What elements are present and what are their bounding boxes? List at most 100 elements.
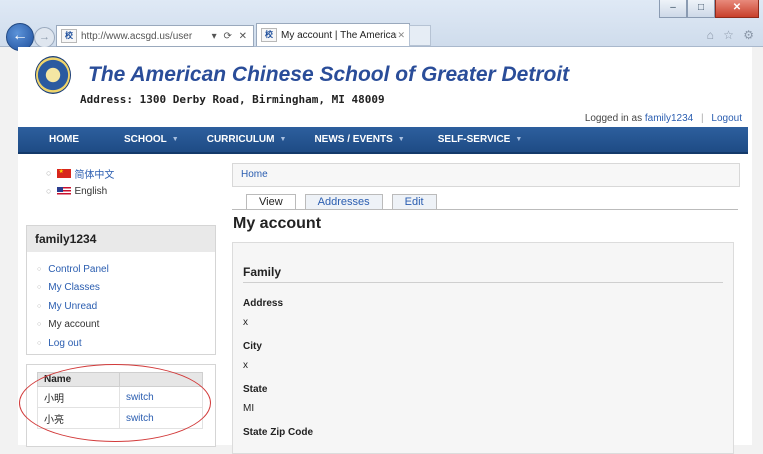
web-page: The American Chinese School of Greater D… <box>18 47 752 454</box>
bullet-icon: ○ <box>46 186 52 196</box>
field-state: State MI <box>243 384 267 414</box>
field-value: MI <box>243 403 255 414</box>
menu-item-label[interactable]: Log out <box>48 338 81 349</box>
address-controls[interactable]: ▾ ⟳ ✕ <box>212 31 253 42</box>
page-tabs: View Addresses Edit <box>246 194 446 209</box>
menu-item-my-unread[interactable]: ○ My Unread <box>27 297 215 316</box>
table-header-row: Name <box>37 372 204 387</box>
login-prefix: Logged in as <box>584 113 643 124</box>
bullet-icon: ○ <box>37 284 42 292</box>
new-tab-button[interactable] <box>409 25 431 46</box>
family-panel: Family Address x City x State MI State Z… <box>232 242 734 454</box>
tabs-divider <box>232 209 738 210</box>
browser-tab[interactable]: 校 My account | The American... ✕ <box>256 23 410 46</box>
bullet-icon: ○ <box>37 339 42 347</box>
nav-self-service-label: Self-Service <box>437 134 511 145</box>
tab-edit[interactable]: Edit <box>391 194 437 209</box>
nav-news-events[interactable]: News / Events ▼ <box>314 134 404 145</box>
address-url[interactable]: http://www.acsgd.us/user <box>81 31 212 42</box>
bullet-icon: ○ <box>37 321 42 329</box>
chevron-down-icon: ▼ <box>171 136 179 143</box>
site-name[interactable]: The American Chinese School of Greater D… <box>88 63 569 87</box>
user-menu: ○ Control Panel ○ My Classes ○ My Unread ○ M… <box>27 252 215 353</box>
breadcrumb: Home <box>232 163 740 187</box>
switch-cell: switch <box>118 407 204 429</box>
field-label: City <box>243 341 262 352</box>
login-separator: | <box>701 113 704 124</box>
language-switcher: ○ 简体中文 ○ English <box>38 164 198 200</box>
main-nav: Home School ▼ Curriculum ▼ News / Events ▼ … <box>18 127 748 154</box>
logout-link[interactable]: Logout <box>711 113 742 124</box>
login-user-link[interactable]: family1234 <box>645 113 693 124</box>
member-name: 小明 <box>37 386 120 408</box>
close-window-button[interactable]: ✕ <box>715 0 759 18</box>
nav-self-service[interactable]: Self-Service ▼ <box>438 134 523 145</box>
tab-addresses[interactable]: Addresses <box>304 194 383 209</box>
site-header: The American Chinese School of Greater D… <box>18 47 752 127</box>
field-label: State Zip Code <box>243 427 314 438</box>
forward-arrow-icon[interactable]: → <box>34 27 55 48</box>
field-label: Address <box>243 298 284 309</box>
family-heading: Family <box>243 265 723 283</box>
nav-home[interactable]: Home <box>49 134 79 145</box>
china-flag-icon <box>57 168 72 178</box>
nav-news-events-label: News / Events <box>314 134 393 145</box>
field-city: City x <box>243 341 262 371</box>
nav-school[interactable]: School ▼ <box>124 134 179 145</box>
column-header-name: Name <box>37 372 120 387</box>
tab-view[interactable]: View <box>246 194 296 209</box>
site-favicon-icon: 校 <box>61 29 77 43</box>
bullet-icon: ○ <box>37 265 42 273</box>
field-value: x <box>243 360 248 371</box>
menu-item-my-classes[interactable]: ○ My Classes <box>27 279 215 298</box>
tab-favicon-icon: 校 <box>261 28 277 42</box>
user-block-title: family1234 <box>27 226 215 252</box>
tab-title: My account | The American... <box>281 29 398 41</box>
switch-link[interactable]: switch <box>126 413 154 424</box>
switch-cell: switch <box>118 386 204 408</box>
nav-curriculum[interactable]: Curriculum ▼ <box>207 134 287 145</box>
switch-member-block: Name 小明 switch 小亮 switch <box>26 364 216 447</box>
minimize-button[interactable]: – <box>659 0 687 18</box>
column-header-action <box>118 372 204 387</box>
field-state-zip-code: State Zip Code <box>243 427 313 446</box>
switch-link[interactable]: switch <box>126 392 154 403</box>
nav-curriculum-label: Curriculum <box>206 134 275 145</box>
language-label[interactable]: English <box>74 186 107 197</box>
menu-item-log-out[interactable]: ○ Log out <box>27 334 215 353</box>
menu-item-label[interactable]: My account <box>48 319 99 330</box>
chevron-down-icon: ▼ <box>515 136 523 143</box>
address-bar[interactable]: 校 http://www.acsgd.us/user ▾ ⟳ ✕ <box>56 25 254 47</box>
chevron-down-icon: ▼ <box>279 136 287 143</box>
login-status: Logged in as family1234 | Logout <box>585 113 742 124</box>
menu-item-label[interactable]: My Classes <box>48 282 100 293</box>
member-table: Name 小明 switch 小亮 switch <box>37 372 204 429</box>
site-address: Address: 1300 Derby Road, Birmingham, MI… <box>80 93 385 106</box>
chevron-down-icon: ▼ <box>397 136 405 143</box>
bullet-icon: ○ <box>37 302 42 310</box>
menu-item-label[interactable]: My Unread <box>48 301 97 312</box>
member-name: 小亮 <box>37 407 120 429</box>
tab-close-icon[interactable]: ✕ <box>397 30 409 41</box>
field-label: State <box>243 384 268 395</box>
table-row: 小明 switch <box>37 386 204 408</box>
maximize-button[interactable]: □ <box>687 0 715 18</box>
field-value: x <box>243 317 248 328</box>
table-row: 小亮 switch <box>37 407 204 429</box>
nav-school-label: School <box>124 134 167 145</box>
language-option-english[interactable]: ○ English <box>38 182 198 200</box>
browser-toolbar-icons[interactable]: ⌂ ☆ ⚙ <box>707 28 757 42</box>
bullet-icon: ○ <box>46 168 52 178</box>
menu-item-my-account[interactable]: ○ My account <box>27 316 215 335</box>
page-title: My account <box>233 215 322 232</box>
menu-item-label[interactable]: Control Panel <box>48 264 109 275</box>
user-menu-block: family1234 ○ Control Panel ○ My Classes ○ M… <box>26 225 216 355</box>
field-address: Address x <box>243 298 283 328</box>
language-label[interactable]: 简体中文 <box>74 166 114 181</box>
menu-item-control-panel[interactable]: ○ Control Panel <box>27 260 215 279</box>
nav-home-label: Home <box>49 134 79 145</box>
language-option-chinese[interactable]: ○ 简体中文 <box>38 164 198 182</box>
browser-chrome: – □ ✕ ← → 校 http://www.acsgd.us/user ▾ ⟳… <box>0 0 763 51</box>
school-logo[interactable] <box>35 56 71 94</box>
breadcrumb-home-link[interactable]: Home <box>241 169 268 180</box>
